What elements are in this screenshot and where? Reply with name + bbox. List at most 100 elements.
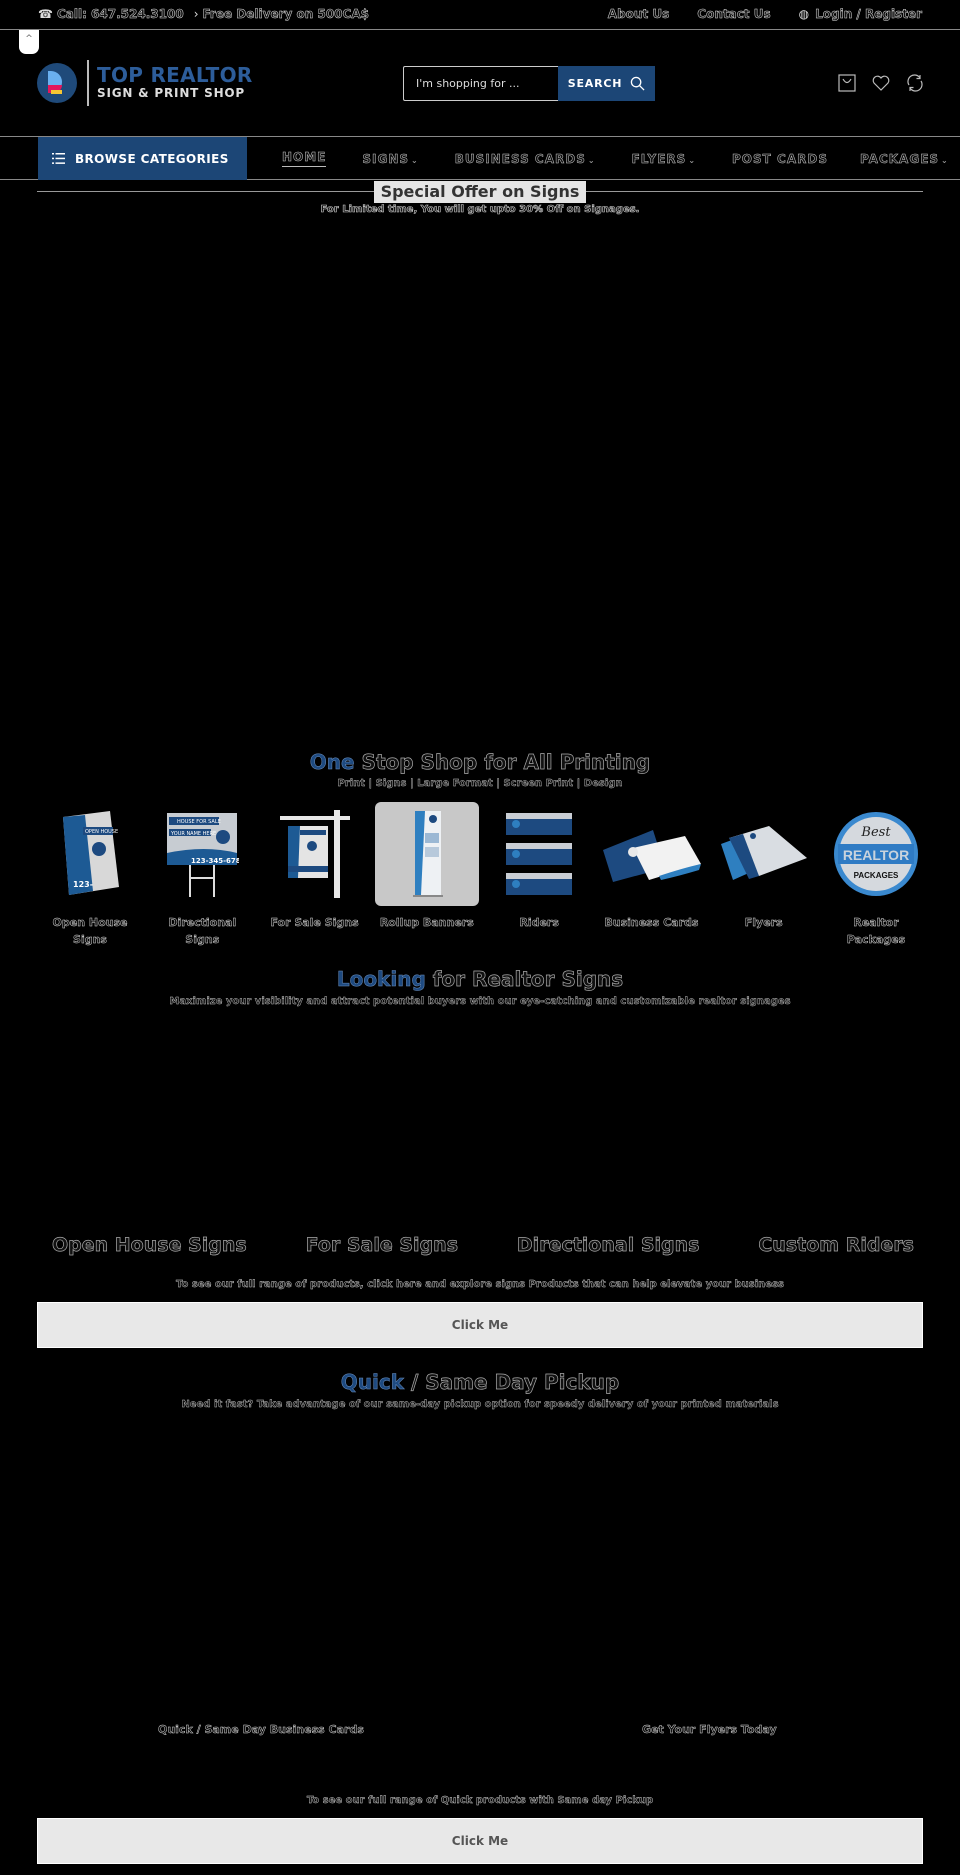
sign-text: 123-345-6789 [191, 857, 239, 865]
nav-item-flyers[interactable]: FLYERS ⌄ [631, 151, 696, 166]
category-image: Best REALTOR PACKAGES [824, 802, 928, 906]
quick-click-me-button[interactable]: Click Me [37, 1818, 923, 1864]
chevron-down-icon: ⌄ [587, 155, 596, 165]
logo-mark-icon [37, 63, 77, 103]
category-grid: OPEN HOUSE 123- Open House Signs HOUSE F… [38, 802, 928, 948]
realtor-signs-title: Looking for Realtor Signs [0, 967, 960, 992]
list-icon [52, 153, 65, 164]
category-image: HOUSE FOR SALE YOUR NAME HERE 123-345-67… [150, 802, 254, 906]
nav-item-signs-label: SIGNS [362, 151, 410, 166]
search-bar: SEARCH [403, 66, 655, 101]
logo-divider [87, 60, 89, 106]
quick-pickup-title: Quick / Same Day Pickup [0, 1370, 960, 1395]
contact-info: ☎ Call: 647.524.3100 › Free Delivery on … [38, 7, 369, 22]
category-label: For Sale Signs [270, 916, 359, 929]
quick-pickup-subtitle: Need it fast? Take advantage of our same… [181, 1399, 779, 1410]
realtor-signs-title-rest: for Realtor Signs [425, 967, 624, 992]
compare-icon[interactable] [905, 73, 925, 93]
badge-text: Best [860, 825, 891, 840]
chevron-down-icon: ⌄ [941, 155, 949, 165]
category-label: Rollup Banners [379, 916, 474, 929]
one-stop-subtitle: Print | Signs | Large Format | Screen Pr… [337, 778, 623, 789]
search-button-label: SEARCH [567, 77, 623, 90]
directional-sign-image: HOUSE FOR SALE YOUR NAME HERE 123-345-67… [167, 813, 239, 897]
category-label: Open House Signs [52, 916, 128, 946]
category-rollup-banners[interactable]: Rollup Banners [374, 802, 479, 948]
category-label: Business Cards [604, 916, 699, 929]
nav-item-post-cards[interactable]: POST CARDS [732, 151, 828, 166]
category-image [263, 802, 367, 906]
search-icon [631, 76, 645, 91]
category-label: Flyers [744, 916, 783, 929]
one-stop-title-rest: Stop Shop for All Printing [354, 750, 651, 775]
nav-item-business-cards[interactable]: BUSINESS CARDS ⌄ [454, 151, 596, 166]
search-input[interactable] [403, 66, 558, 101]
category-open-house-signs[interactable]: OPEN HOUSE 123- Open House Signs [38, 802, 142, 948]
category-riders[interactable]: Riders [487, 802, 591, 948]
category-business-cards[interactable]: Business Cards [599, 802, 703, 948]
logo[interactable]: TOP REALTOR SIGN & PRINT SHOP [37, 60, 253, 106]
category-label: Directional Signs [168, 916, 237, 946]
contact-us-link[interactable]: Contact Us [697, 7, 771, 22]
category-image [487, 802, 591, 906]
signs-note: To see our full range of products, click… [176, 1279, 784, 1290]
sign-text: HOUSE FOR SALE [177, 819, 221, 825]
top-links: About Us Contact Us ◍ Login / Register [608, 7, 923, 22]
category-image [374, 802, 479, 906]
riders-image [506, 813, 573, 895]
about-us-link[interactable]: About Us [608, 7, 670, 22]
category-image [712, 802, 816, 906]
category-image [599, 802, 703, 906]
sign-text: YOUR NAME HERE [170, 831, 216, 837]
category-flyers[interactable]: Flyers [712, 802, 816, 948]
one-stop-title: One Stop Shop for All Printing [0, 750, 960, 775]
chevron-down-icon: ⌄ [411, 155, 419, 165]
phone-label[interactable]: Call: 647.524.3100 [57, 7, 184, 22]
top-bar: ☎ Call: 647.524.3100 › Free Delivery on … [0, 0, 960, 30]
quick-business-cards-link[interactable]: Quick / Same Day Business Cards [158, 1723, 364, 1736]
header-icons [837, 73, 925, 93]
search-button[interactable]: SEARCH [558, 66, 655, 101]
chevron-right-icon: › [193, 7, 199, 21]
brand-tagline: SIGN & PRINT SHOP [97, 86, 246, 100]
category-directional-signs[interactable]: HOUSE FOR SALE YOUR NAME HERE 123-345-67… [150, 802, 254, 948]
realtor-packages-badge-image: Best REALTOR PACKAGES [833, 812, 918, 896]
special-offer-subtitle: For Limited time, You will get upto 30% … [320, 204, 640, 216]
badge-text: PACKAGES [854, 871, 899, 880]
one-stop-title-highlight: One [309, 750, 355, 775]
badge-text: REALTOR [843, 847, 909, 863]
heart-icon[interactable] [871, 73, 891, 93]
nav-item-home[interactable]: HOME [282, 150, 327, 167]
sign-type-custom-riders[interactable]: Custom Riders [758, 1234, 914, 1257]
flyers-image [720, 826, 807, 880]
business-cards-image [603, 830, 702, 882]
sign-type-for-sale[interactable]: For Sale Signs [305, 1234, 458, 1257]
browse-categories-label: BROWSE CATEGORIES [75, 151, 229, 166]
realtor-signs-subtitle: Maximize your visibility and attract pot… [169, 996, 791, 1007]
sign-text: OPEN HOUSE [85, 829, 118, 835]
browse-categories-button[interactable]: BROWSE CATEGORIES [38, 137, 247, 180]
nav-item-signs[interactable]: SIGNS ⌄ [362, 151, 419, 166]
brand-name: TOP REALTOR [97, 63, 253, 87]
category-realtor-packages[interactable]: Best REALTOR PACKAGES Realtor Packages [824, 802, 928, 948]
quick-flyers-link[interactable]: Get Your Flyers Today [642, 1723, 777, 1736]
nav-item-packages[interactable]: PACKAGES ⌄ [860, 151, 949, 166]
open-house-sign-image: OPEN HOUSE 123- [63, 811, 119, 895]
sign-type-directional[interactable]: Directional Signs [517, 1234, 700, 1257]
category-for-sale-signs[interactable]: For Sale Signs [263, 802, 367, 948]
user-icon: ◍ [798, 7, 810, 21]
sign-type-links: Open House Signs For Sale Signs Directio… [38, 1234, 924, 1257]
main-nav: BROWSE CATEGORIES HOME SIGNS ⌄ BUSINESS C… [0, 136, 960, 180]
for-sale-sign-image [279, 810, 350, 898]
login-register-link[interactable]: ◍ Login / Register [798, 7, 923, 22]
delivery-label: Free Delivery on 500CA$ [202, 7, 369, 22]
sign-type-open-house[interactable]: Open House Signs [52, 1234, 247, 1257]
scroll-to-top-button[interactable]: ^ [19, 30, 39, 54]
nav-item-flyers-label: FLYERS [631, 151, 687, 166]
realtor-signs-title-highlight: Looking [336, 967, 426, 992]
login-register-label: Login / Register [815, 7, 922, 22]
nav-menu: HOME SIGNS ⌄ BUSINESS CARDS ⌄ FLYERS ⌄ POST… [282, 137, 960, 180]
quick-pickup-title-highlight: Quick [340, 1370, 405, 1395]
signs-click-me-button[interactable]: Click Me [37, 1302, 923, 1348]
shopping-bag-icon[interactable] [837, 73, 857, 93]
